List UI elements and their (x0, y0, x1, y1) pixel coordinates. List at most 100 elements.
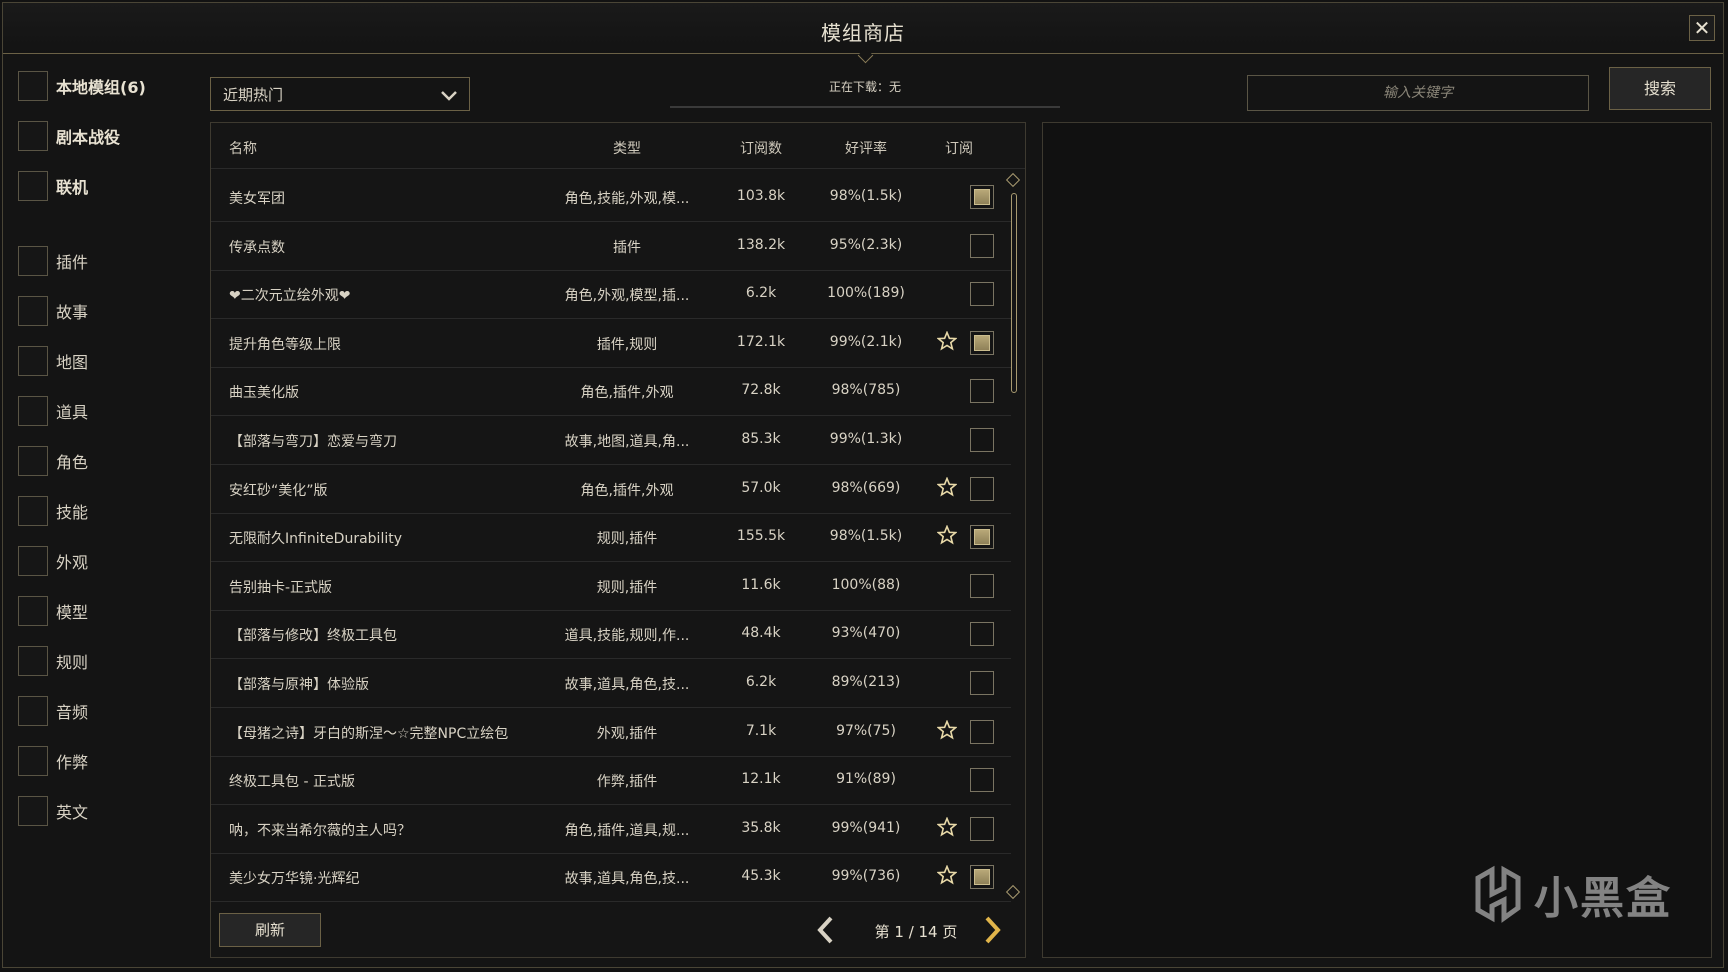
filter-checkbox[interactable] (18, 746, 48, 776)
mod-rating: 98%(1.5k) (829, 188, 903, 204)
header-name[interactable]: 名称 (229, 138, 257, 158)
subscribe-checkbox[interactable] (970, 816, 994, 841)
sidebar-filter-item[interactable]: 地图 (18, 345, 88, 377)
search-input[interactable] (1247, 75, 1589, 111)
sidebar-filter-item[interactable]: 模型 (18, 595, 88, 627)
next-page-icon[interactable] (981, 915, 1003, 945)
subscribe-checkbox[interactable] (970, 525, 994, 550)
subscribe-checkbox[interactable] (970, 719, 994, 744)
sidebar-filter-item[interactable]: 道具 (18, 395, 88, 427)
table-row[interactable]: 美少女万华镜·光辉纪 故事,道具,角色,技... 45.3k 99%(736) (211, 853, 1011, 903)
subscribe-checkbox[interactable] (970, 573, 994, 598)
table-row[interactable]: 提升角色等级上限 插件,规则 172.1k 99%(2.1k) (211, 319, 1011, 368)
subscribe-checkbox[interactable] (970, 330, 994, 355)
mod-subscriptions: 155.5k (736, 528, 786, 545)
table-row[interactable]: 呐，不来当希尔薇的主人吗？ 角色,插件,道具,规... 35.8k 99%(941) (211, 805, 1011, 854)
scrollbar-thumb[interactable] (1011, 193, 1017, 393)
subscribe-checkbox[interactable] (970, 428, 994, 452)
header-rating[interactable]: 好评率 (811, 138, 921, 158)
filter-checkbox[interactable] (18, 296, 48, 326)
search-button[interactable]: 搜索 (1609, 67, 1711, 110)
sidebar-filter-item[interactable]: 联机 (18, 170, 88, 202)
mod-type: 规则,插件 (596, 579, 658, 596)
subscribe-checkbox[interactable] (970, 622, 994, 647)
filter-checkbox[interactable] (18, 696, 48, 726)
mod-name: 【母猪之诗】牙白的斯涅～☆完整NPC立绘包 (229, 725, 509, 742)
refresh-button[interactable]: 刷新 (219, 913, 321, 947)
sidebar-filter-item[interactable]: 剧本战役 (18, 120, 120, 152)
filter-checkbox[interactable] (18, 346, 48, 376)
filter-checkbox[interactable] (18, 546, 48, 576)
sidebar-filter-item[interactable]: 故事 (18, 295, 88, 327)
window-title: 模组商店 (821, 21, 905, 45)
sidebar-filter-item[interactable]: 英文 (18, 795, 88, 827)
mod-name: 美少女万华镜·光辉纪 (229, 871, 360, 888)
subscribe-checkbox[interactable] (970, 671, 994, 695)
subscribe-checkbox[interactable] (970, 185, 994, 209)
mod-type: 角色,技能,外观,模... (564, 191, 690, 207)
table-row[interactable]: 【部落与原神】体验版 故事,道具,角色,技... 6.2k 89%(213) (211, 659, 1011, 708)
page-indicator: 第 1 / 14 页 (874, 923, 958, 941)
sidebar-filter-item[interactable]: 外观 (18, 545, 88, 577)
filter-checkbox[interactable] (18, 246, 48, 276)
table-row[interactable]: 【母猪之诗】牙白的斯涅～☆完整NPC立绘包 外观,插件 7.1k 97%(75) (211, 708, 1011, 757)
mod-type: 作弊,插件 (596, 774, 658, 791)
watermark-text: 小黑盒 (1534, 873, 1672, 924)
sidebar-filter-item[interactable]: 音频 (18, 695, 88, 727)
filter-checkbox[interactable] (18, 596, 48, 626)
subscribe-checkbox[interactable] (970, 233, 994, 258)
filter-checkbox[interactable] (18, 646, 48, 676)
sidebar-filter-item[interactable]: 技能 (18, 495, 88, 527)
header-subscriptions[interactable]: 订阅数 (721, 138, 801, 158)
table-row[interactable]: 终极工具包 - 正式版 作弊,插件 12.1k 91%(89) (211, 756, 1011, 806)
table-row[interactable]: ❤二次元立绘外观❤ 角色,外观,模型,插... 6.2k 100%(189) (211, 270, 1011, 320)
close-button[interactable]: ✕ (1689, 15, 1715, 41)
filter-checkbox[interactable] (18, 796, 48, 826)
mod-list-panel: 名称 类型 订阅数 好评率 订阅 美女军团 角色,技能,外观,模... 103.8k… (210, 122, 1026, 958)
prev-page-icon[interactable] (815, 915, 837, 945)
sidebar-item-label: 外观 (56, 553, 89, 572)
filter-checkbox[interactable] (18, 396, 48, 426)
filter-checkbox[interactable] (18, 496, 48, 526)
subscribe-checkbox[interactable] (970, 282, 994, 307)
table-row[interactable]: 告别抽卡-正式版 规则,插件 11.6k 100%(88) (211, 562, 1011, 611)
sidebar-filter-item[interactable]: 插件 (18, 245, 88, 277)
mod-name: 无限耐久InfiniteDurability (229, 531, 403, 548)
filter-checkbox[interactable] (18, 71, 48, 101)
mod-subscriptions: 48.4k (741, 625, 781, 642)
subscribe-checkbox[interactable] (970, 865, 994, 890)
sidebar-filter-item[interactable]: 作弊 (18, 745, 88, 777)
sort-dropdown[interactable]: 近期热门 (210, 77, 470, 111)
table-row[interactable]: 安红砂“美化”版 角色,插件,外观 57.0k 98%(669) (211, 465, 1011, 514)
mod-subscriptions: 6.2k (745, 674, 777, 690)
subscribe-checkbox[interactable] (970, 476, 994, 501)
chevron-down-icon (441, 91, 457, 101)
title-bar: 模组商店 ✕ (3, 3, 1723, 64)
mod-name: ❤二次元立绘外观❤ (229, 288, 351, 305)
table-row[interactable]: 美女军团 角色,技能,外观,模... 103.8k 98%(1.5k) (211, 173, 1011, 222)
table-row[interactable]: 传承点数 插件 138.2k 95%(2.3k) (211, 222, 1011, 271)
table-row[interactable]: 【部落与修改】终极工具包 道具,技能,规则,作... 48.4k 93%(470) (211, 610, 1011, 660)
mod-type: 故事,地图,道具,角... (564, 434, 690, 450)
mod-rating: 98%(669) (831, 479, 901, 496)
sidebar-item-label: 地图 (56, 353, 89, 372)
mod-name: 传承点数 (229, 239, 285, 256)
sidebar-item-label: 规则 (56, 653, 89, 672)
filter-checkbox[interactable] (18, 171, 48, 201)
table-row[interactable]: 无限耐久InfiniteDurability 规则,插件 155.5k 98%(1.5… (211, 513, 1011, 563)
subscribe-checkbox[interactable] (970, 379, 994, 404)
filter-checkbox[interactable] (18, 121, 48, 151)
sidebar-filter-item[interactable]: 本地模组(6) (18, 70, 146, 102)
table-row[interactable]: 【部落与弯刀】恋爱与弯刀 故事,地图,道具,角... 85.3k 99%(1.3k) (211, 416, 1011, 465)
sort-selected-label: 近期热门 (223, 85, 284, 104)
subscribe-checkbox[interactable] (970, 768, 994, 793)
sidebar-filter-item[interactable]: 角色 (18, 445, 88, 477)
mod-rating: 91%(89) (836, 771, 896, 788)
sidebar-filter-item[interactable]: 规则 (18, 645, 88, 677)
mod-subscriptions: 172.1k (736, 333, 786, 350)
table-row[interactable]: 曲玉美化版 角色,插件,外观 72.8k 98%(785) (211, 367, 1011, 417)
header-subscribe[interactable]: 订阅 (929, 138, 989, 158)
mod-rating: 95%(2.3k) (829, 236, 903, 253)
header-type[interactable]: 类型 (551, 138, 703, 158)
filter-checkbox[interactable] (18, 446, 48, 476)
